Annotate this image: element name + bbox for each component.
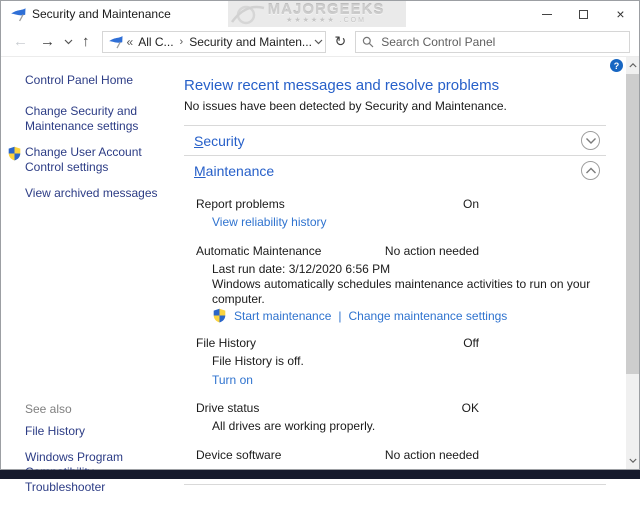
maintenance-collapse-button[interactable] bbox=[581, 161, 600, 180]
scrollbar-thumb[interactable] bbox=[626, 74, 639, 374]
uac-shield-icon bbox=[212, 308, 227, 323]
row-status: No action needed bbox=[196, 448, 479, 463]
row-status: No action needed bbox=[196, 244, 479, 259]
sidebar-item-control-panel-home[interactable]: Control Panel Home bbox=[25, 73, 175, 88]
report-problems-row: Report problems On bbox=[184, 197, 606, 212]
row-status: Off bbox=[196, 336, 479, 351]
recent-pages-dropdown[interactable] bbox=[61, 39, 76, 45]
change-maintenance-settings-link[interactable]: Change maintenance settings bbox=[349, 309, 508, 323]
help-icon: ? bbox=[614, 61, 620, 71]
window-title: Security and Maintenance bbox=[32, 7, 171, 21]
drive-status-row: Drive status OK bbox=[184, 401, 606, 416]
watermark-swoosh-icon bbox=[230, 1, 266, 27]
maximize-button[interactable] bbox=[565, 1, 602, 27]
row-status: OK bbox=[196, 401, 479, 416]
maintenance-description: Windows automatically schedules maintena… bbox=[184, 277, 606, 307]
drive-status-detail: All drives are working properly. bbox=[184, 419, 606, 434]
forward-button[interactable]: → bbox=[34, 34, 61, 49]
breadcrumb-item-security-maintenance[interactable]: Security and Mainten... bbox=[189, 35, 312, 49]
security-and-maintenance-window: Security and Maintenance MAJORGEEKS ★★★★… bbox=[0, 0, 640, 470]
sidebar-item-change-security-maintenance-settings[interactable]: Change Security and Maintenance settings bbox=[25, 104, 175, 134]
divider bbox=[184, 484, 606, 485]
chevron-down-icon bbox=[64, 39, 73, 45]
up-button[interactable]: ↑ bbox=[76, 34, 96, 49]
search-icon bbox=[362, 36, 374, 48]
see-also-header: See also bbox=[25, 402, 175, 416]
chevron-up-icon bbox=[629, 63, 637, 68]
action-separator: | bbox=[338, 309, 341, 323]
security-section-header: Security bbox=[184, 126, 606, 155]
file-history-row: File History Off bbox=[184, 336, 606, 351]
vertical-scrollbar[interactable] bbox=[626, 57, 639, 469]
uac-shield-icon bbox=[7, 146, 22, 161]
refresh-button[interactable]: ↻ bbox=[326, 33, 356, 50]
view-reliability-history-link[interactable]: View reliability history bbox=[212, 215, 327, 229]
search-input[interactable] bbox=[381, 35, 623, 49]
see-also-section: See also File History Windows Program Co… bbox=[25, 402, 175, 506]
security-expand-button[interactable] bbox=[581, 131, 600, 150]
file-history-detail: File History is off. bbox=[184, 354, 606, 369]
chevron-up-icon bbox=[585, 167, 597, 175]
help-button[interactable]: ? bbox=[610, 59, 623, 72]
minimize-button[interactable] bbox=[528, 1, 565, 27]
chevron-down-icon bbox=[314, 39, 323, 45]
caption-buttons: × bbox=[528, 1, 639, 27]
scroll-up-button[interactable] bbox=[626, 58, 639, 73]
maintenance-actions: Start maintenance | Change maintenance s… bbox=[184, 308, 606, 323]
titlebar: Security and Maintenance MAJORGEEKS ★★★★… bbox=[1, 1, 639, 27]
security-flag-icon bbox=[108, 34, 123, 49]
sidebar-item-change-uac-settings[interactable]: Change User Account Control settings bbox=[25, 145, 175, 175]
majorgeeks-watermark: MAJORGEEKS ★★★★★★ .COM bbox=[228, 1, 406, 27]
sidebar-item-label: Change User Account Control settings bbox=[25, 145, 142, 174]
sidebar-item-file-history[interactable]: File History bbox=[25, 424, 175, 439]
maximize-icon bbox=[579, 10, 588, 19]
chevron-down-icon bbox=[629, 458, 637, 463]
automatic-maintenance-row: Automatic Maintenance No action needed bbox=[184, 244, 606, 259]
navigation-toolbar: ← → ↑ « All C... › Security and Mainten.… bbox=[1, 27, 639, 57]
maintenance-section-header: Maintenance bbox=[184, 156, 606, 185]
security-section-title[interactable]: Security bbox=[194, 133, 245, 149]
close-icon: × bbox=[616, 7, 624, 21]
maintenance-section-title[interactable]: Maintenance bbox=[194, 163, 274, 179]
watermark-name: MAJORGEEKS bbox=[268, 3, 385, 17]
scroll-down-button[interactable] bbox=[626, 453, 639, 468]
device-software-row: Device software No action needed bbox=[184, 448, 606, 463]
sidebar: Control Panel Home Change Security and M… bbox=[1, 57, 181, 469]
taskbar-edge bbox=[0, 470, 640, 479]
turn-on-link[interactable]: Turn on bbox=[212, 373, 253, 387]
page-title: Review recent messages and resolve probl… bbox=[184, 76, 606, 95]
row-status: On bbox=[196, 197, 479, 212]
page-subtitle: No issues have been detected by Security… bbox=[184, 99, 606, 114]
app-body: Control Panel Home Change Security and M… bbox=[1, 57, 639, 469]
address-dropdown[interactable] bbox=[312, 37, 325, 47]
security-flag-icon bbox=[10, 6, 26, 22]
search-box bbox=[355, 31, 630, 53]
breadcrumb-separator: › bbox=[180, 36, 184, 48]
breadcrumb-item-all-control-panel[interactable]: All C... bbox=[138, 35, 173, 49]
minimize-icon bbox=[542, 14, 552, 15]
watermark-tagline: ★★★★★★ .COM bbox=[286, 17, 366, 25]
breadcrumb-collapse[interactable]: « bbox=[127, 35, 134, 49]
sidebar-item-view-archived-messages[interactable]: View archived messages bbox=[25, 186, 175, 201]
breadcrumb[interactable]: « All C... › Security and Mainten... bbox=[102, 31, 326, 53]
close-button[interactable]: × bbox=[602, 1, 639, 27]
last-run-date: Last run date: 3/12/2020 6:56 PM bbox=[184, 262, 606, 277]
back-button[interactable]: ← bbox=[7, 34, 34, 49]
start-maintenance-link[interactable]: Start maintenance bbox=[234, 309, 331, 323]
chevron-down-icon bbox=[585, 137, 597, 145]
main-content: Review recent messages and resolve probl… bbox=[181, 57, 626, 469]
